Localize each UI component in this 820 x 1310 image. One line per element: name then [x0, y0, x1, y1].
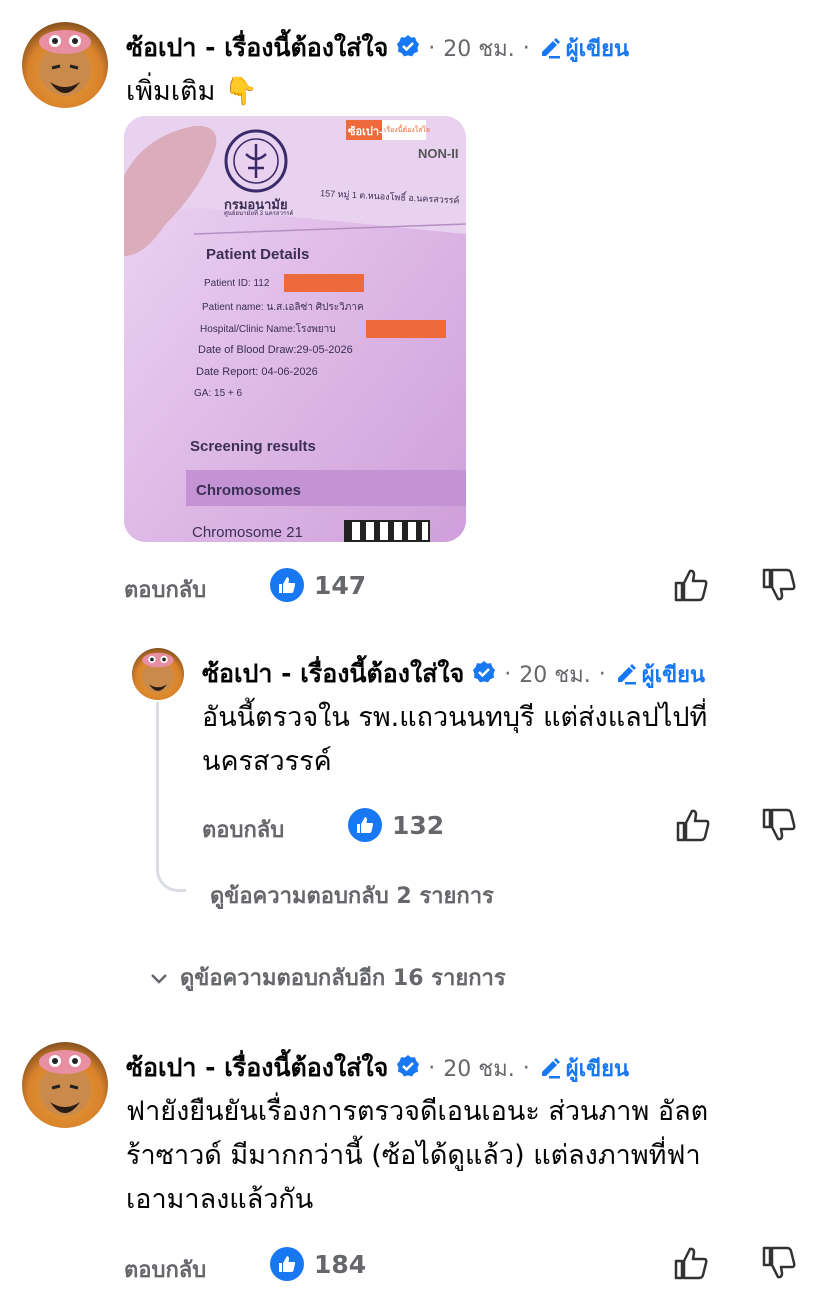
report-corner-text: NON-II [418, 146, 459, 161]
author-name[interactable]: ซ้อเปา - เรื่องนี้ต้องใส่ใจ [202, 654, 464, 694]
more-replies-label: ดูข้อความตอบกลับอีก 16 รายการ [180, 966, 506, 991]
reply-button[interactable]: ตอบกลับ [124, 1252, 206, 1287]
avatar-face-icon [142, 652, 174, 693]
author-badge-label: ผู้เขียน [565, 1056, 630, 1082]
verified-badge-icon [396, 1054, 420, 1082]
timestamp[interactable]: 20 ชม. [519, 657, 590, 692]
thumbs-down-icon[interactable] [760, 1244, 798, 1282]
separator: · [522, 35, 530, 61]
separator: · [504, 661, 512, 687]
separator: · [522, 1055, 530, 1081]
avatar[interactable] [132, 648, 184, 700]
watermark-text: ซ้อเปา- [348, 126, 383, 138]
author-badge-label: ผู้เขียน [565, 36, 630, 62]
chevron-down-icon [151, 973, 167, 984]
like-reaction-icon [270, 568, 304, 602]
watermark-sub: เรื่องนี้ต้องใส่ใจ [384, 127, 430, 134]
more-replies-link[interactable]: ดูข้อความตอบกลับอีก 16 รายการ [148, 960, 506, 995]
comment-header: ซ้อเปา - เรื่องนี้ต้องใส่ใจ · 20 ชม. · ผ… [126, 1048, 629, 1088]
pencil-icon [541, 1058, 560, 1079]
avatar-face-icon [39, 30, 91, 96]
timestamp[interactable]: 20 ชม. [443, 31, 514, 66]
separator: · [428, 1055, 436, 1081]
comment-header: ซ้อเปา - เรื่องนี้ต้องใส่ใจ · 20 ชม. · ผ… [202, 654, 705, 694]
timestamp[interactable]: 20 ชม. [443, 1051, 514, 1086]
like-reaction-icon [348, 808, 382, 842]
reply-button[interactable]: ตอบกลับ [124, 572, 206, 607]
chromosome-21-label: Chromosome 21 [192, 524, 303, 541]
comment-text-line: ร้าซาวด์ มีมากกว่านี้ (ซ้อได้ดูแล้ว) แต่… [126, 1140, 701, 1171]
chromosome-result-box [344, 520, 430, 542]
like-number: 132 [392, 810, 445, 840]
comment-text-line: เอามาลงแล้วกัน [126, 1184, 314, 1215]
avatar-face-icon [39, 1050, 91, 1116]
thumbs-up-icon[interactable] [672, 566, 710, 604]
comment-text: เพิ่มเติม 👇 [126, 76, 258, 107]
screening-heading: Screening results [190, 438, 316, 455]
avatar[interactable] [22, 1042, 108, 1128]
like-count[interactable]: 132 [348, 808, 444, 842]
view-replies-link[interactable]: ดูข้อความตอบกลับ 2 รายการ [210, 878, 494, 913]
reply-button[interactable]: ตอบกลับ [202, 812, 284, 847]
patient-name: Patient name: น.ส.เอลิซ่า ศิประวิภาค [202, 302, 364, 313]
separator: · [428, 35, 436, 61]
hospital-name: Hospital/Clinic Name:โรงพยาบ [200, 324, 336, 335]
verified-badge-icon [472, 660, 496, 688]
report-heading: Patient Details [206, 246, 310, 263]
blood-draw-date: Date of Blood Draw:29-05-2026 [198, 344, 353, 356]
author-badge: ผู้เขียน [614, 657, 705, 692]
comment-text-line: นครสวรรค์ [202, 746, 332, 777]
patient-id: Patient ID: 112 [204, 278, 270, 289]
comment-text-line: ฟายังยืนยันเรื่องการตรวจดีเอนเอนะ ส่วนภา… [126, 1096, 709, 1127]
reply-thread-line [156, 702, 186, 892]
pencil-icon [541, 38, 560, 59]
hospital-watermark [366, 320, 446, 338]
author-badge: ผู้เขียน [538, 1051, 629, 1086]
thumbs-up-icon[interactable] [672, 1244, 710, 1282]
patient-id-watermark [284, 274, 364, 292]
like-count[interactable]: 147 [270, 568, 366, 602]
verified-badge-icon [396, 34, 420, 62]
like-number: 147 [314, 570, 367, 600]
report-date: Date Report: 04-06-2026 [196, 366, 318, 378]
like-number: 184 [314, 1249, 367, 1279]
pencil-icon [617, 664, 636, 685]
author-name[interactable]: ซ้อเปา - เรื่องนี้ต้องใส่ใจ [126, 1048, 388, 1088]
author-badge-label: ผู้เขียน [641, 662, 706, 688]
thumbs-up-icon[interactable] [674, 806, 712, 844]
like-reaction-icon [270, 1247, 304, 1281]
author-badge: ผู้เขียน [538, 31, 629, 66]
logo-sub: ศูนย์อนามัยที่ 3 นครสวรรค์ [224, 211, 294, 217]
comment-header: ซ้อเปา - เรื่องนี้ต้องใส่ใจ · 20 ชม. · ผ… [126, 28, 629, 68]
report-address: 157 หมู่ 1 ต.หนองโพธิ์ อ.นครสวรรค์ [319, 188, 460, 206]
comment-photo[interactable]: กรมอนามัย ศูนย์อนามัยที่ 3 นครสวรรค์ ซ้อ… [124, 116, 466, 542]
like-count[interactable]: 184 [270, 1247, 366, 1281]
chromosomes-heading: Chromosomes [196, 482, 302, 499]
avatar[interactable] [22, 22, 108, 108]
gestational-age: GA: 15 + 6 [194, 388, 243, 399]
thumbs-down-icon[interactable] [760, 806, 798, 844]
thumbs-down-icon[interactable] [760, 566, 798, 604]
author-name[interactable]: ซ้อเปา - เรื่องนี้ต้องใส่ใจ [126, 28, 388, 68]
separator: · [598, 661, 606, 687]
comment-text-line: อันนี้ตรวจใน รพ.แถวนนทบุรี แต่ส่งแลปไปที… [202, 702, 708, 733]
